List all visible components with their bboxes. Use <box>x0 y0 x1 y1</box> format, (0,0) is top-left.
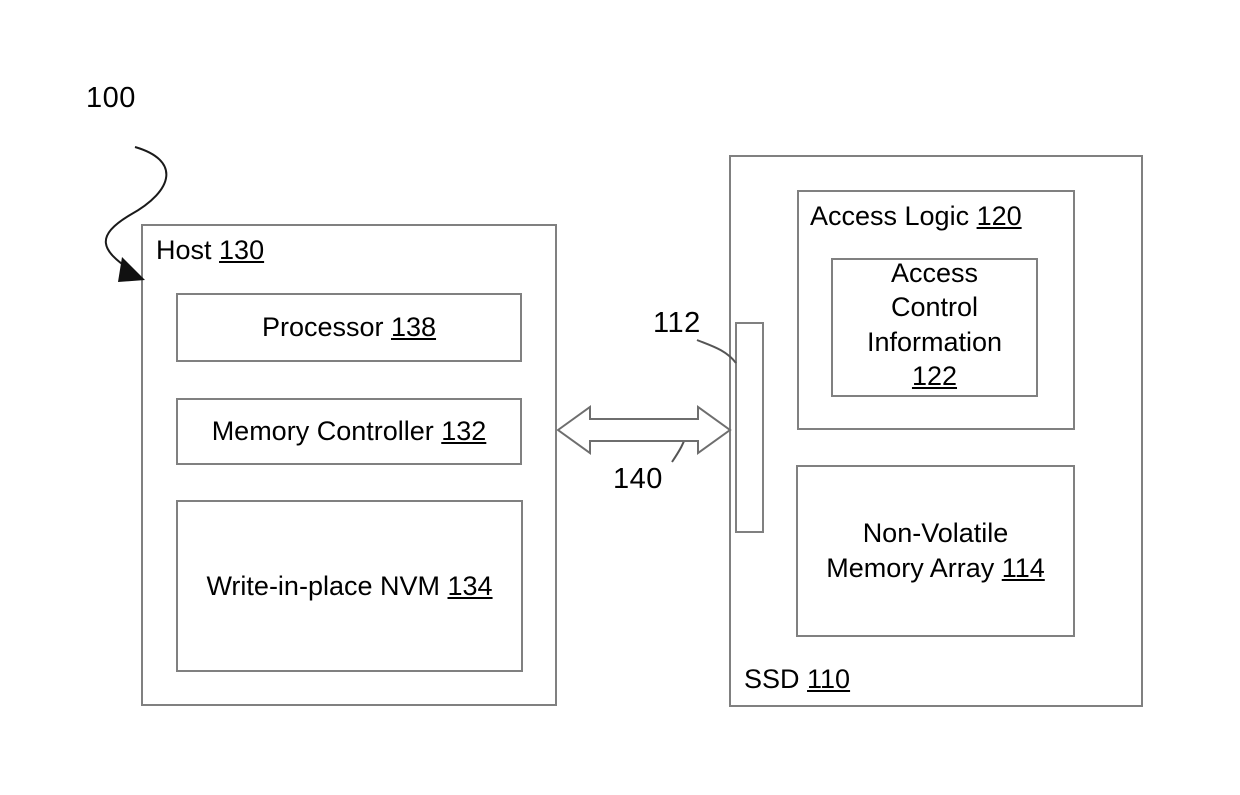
access-control-information-ref: 122 <box>911 360 958 391</box>
non-volatile-memory-array-label: Non-Volatile Memory Array 114 <box>796 465 1075 637</box>
interface-reference-112: 112 <box>653 307 701 339</box>
memory-controller-label-text: Memory Controller <box>211 416 442 447</box>
link-leader-140-icon <box>671 432 688 463</box>
memory-controller-label: Memory Controller 132 <box>176 398 522 465</box>
figure-reference-100: 100 <box>86 82 136 114</box>
access-logic-label-ref: 120 <box>976 201 1022 231</box>
processor-label-text: Processor <box>261 312 391 343</box>
interface-connector-box <box>735 322 764 533</box>
ssd-label-text: SSD <box>744 664 808 694</box>
write-in-place-nvm-label-ref: 134 <box>447 570 493 601</box>
processor-label: Processor 138 <box>176 293 522 362</box>
access-control-information-label: Access Control Information 122 <box>831 255 1038 394</box>
write-in-place-nvm-label: Write-in-place NVM 134 <box>176 500 523 672</box>
patent-figure: 100 Host 130 Processor 138 Memory Contro… <box>0 0 1240 795</box>
host-label-text: Host <box>156 235 220 265</box>
access-logic-label-text: Access Logic <box>810 201 977 231</box>
access-control-information-text: Access Control Information <box>866 257 1003 357</box>
access-logic-label: Access Logic 120 <box>810 201 1022 233</box>
link-reference-140: 140 <box>613 463 663 495</box>
processor-label-ref: 138 <box>390 312 437 343</box>
ssd-label: SSD 110 <box>744 664 850 696</box>
host-label: Host 130 <box>156 235 264 267</box>
non-volatile-memory-array-text: Non-Volatile Memory Array <box>826 517 1009 583</box>
host-ssd-link-arrow-icon <box>556 405 732 455</box>
memory-controller-label-ref: 132 <box>441 416 487 447</box>
ssd-label-ref: 110 <box>807 664 851 694</box>
non-volatile-memory-array-ref: 114 <box>1001 553 1045 583</box>
write-in-place-nvm-label-text: Write-in-place NVM <box>206 570 448 601</box>
host-label-ref: 130 <box>219 235 265 265</box>
